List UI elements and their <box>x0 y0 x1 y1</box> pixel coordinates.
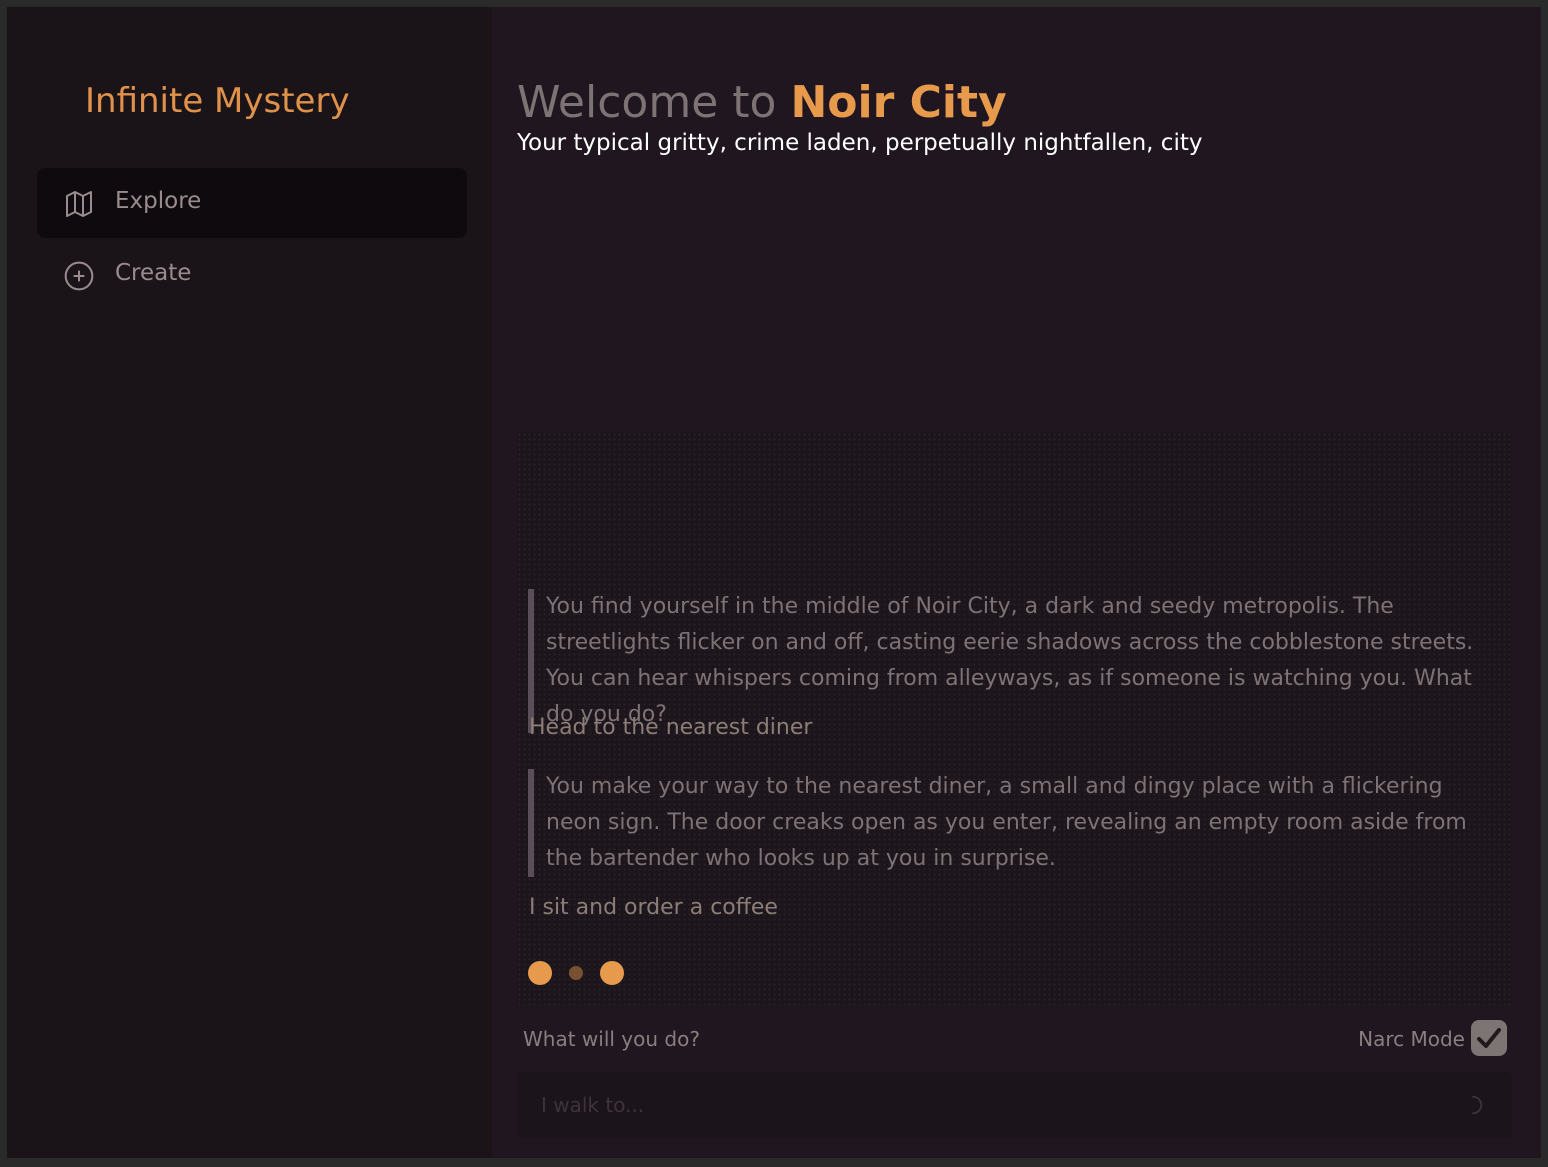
story-log[interactable]: You find yourself in the middle of Noir … <box>517 432 1512 1005</box>
sidebar-item-create[interactable]: Create <box>37 240 467 310</box>
spinner-icon <box>1472 1095 1483 1115</box>
sidebar: Infinite Mystery Explore Create <box>7 7 492 1158</box>
player-action: Head to the nearest diner <box>529 715 813 740</box>
action-input[interactable] <box>517 1072 1441 1138</box>
sidebar-item-label: Create <box>115 260 192 286</box>
app-title: Infinite Mystery <box>85 81 350 121</box>
city-name: Noir City <box>790 77 1007 128</box>
action-input-container <box>517 1072 1512 1138</box>
loading-dot <box>569 966 583 980</box>
narc-mode-label: Narc Mode <box>1358 1027 1465 1051</box>
main-content: Welcome to Noir City Your typical gritty… <box>492 7 1541 1158</box>
narc-mode-checkbox[interactable] <box>1471 1020 1507 1056</box>
plus-circle-icon <box>64 261 94 291</box>
page-subtitle: Your typical gritty, crime laden, perpet… <box>517 130 1203 156</box>
sidebar-item-label: Explore <box>115 188 202 214</box>
sidebar-item-explore[interactable]: Explore <box>37 168 467 238</box>
loading-dot <box>528 961 552 985</box>
loading-dot <box>600 961 624 985</box>
page-title: Welcome to Noir City <box>517 75 1007 131</box>
app-window: Infinite Mystery Explore Create Welcome … <box>7 7 1541 1158</box>
welcome-prefix: Welcome to <box>517 77 777 128</box>
checkmark-icon <box>1477 1028 1501 1048</box>
prompt-label: What will you do? <box>523 1027 700 1051</box>
player-action: I sit and order a coffee <box>529 895 778 920</box>
narration-block: You find yourself in the middle of Noir … <box>528 589 1504 733</box>
narration-block: You make your way to the nearest diner, … <box>528 769 1504 877</box>
map-icon <box>66 191 92 217</box>
